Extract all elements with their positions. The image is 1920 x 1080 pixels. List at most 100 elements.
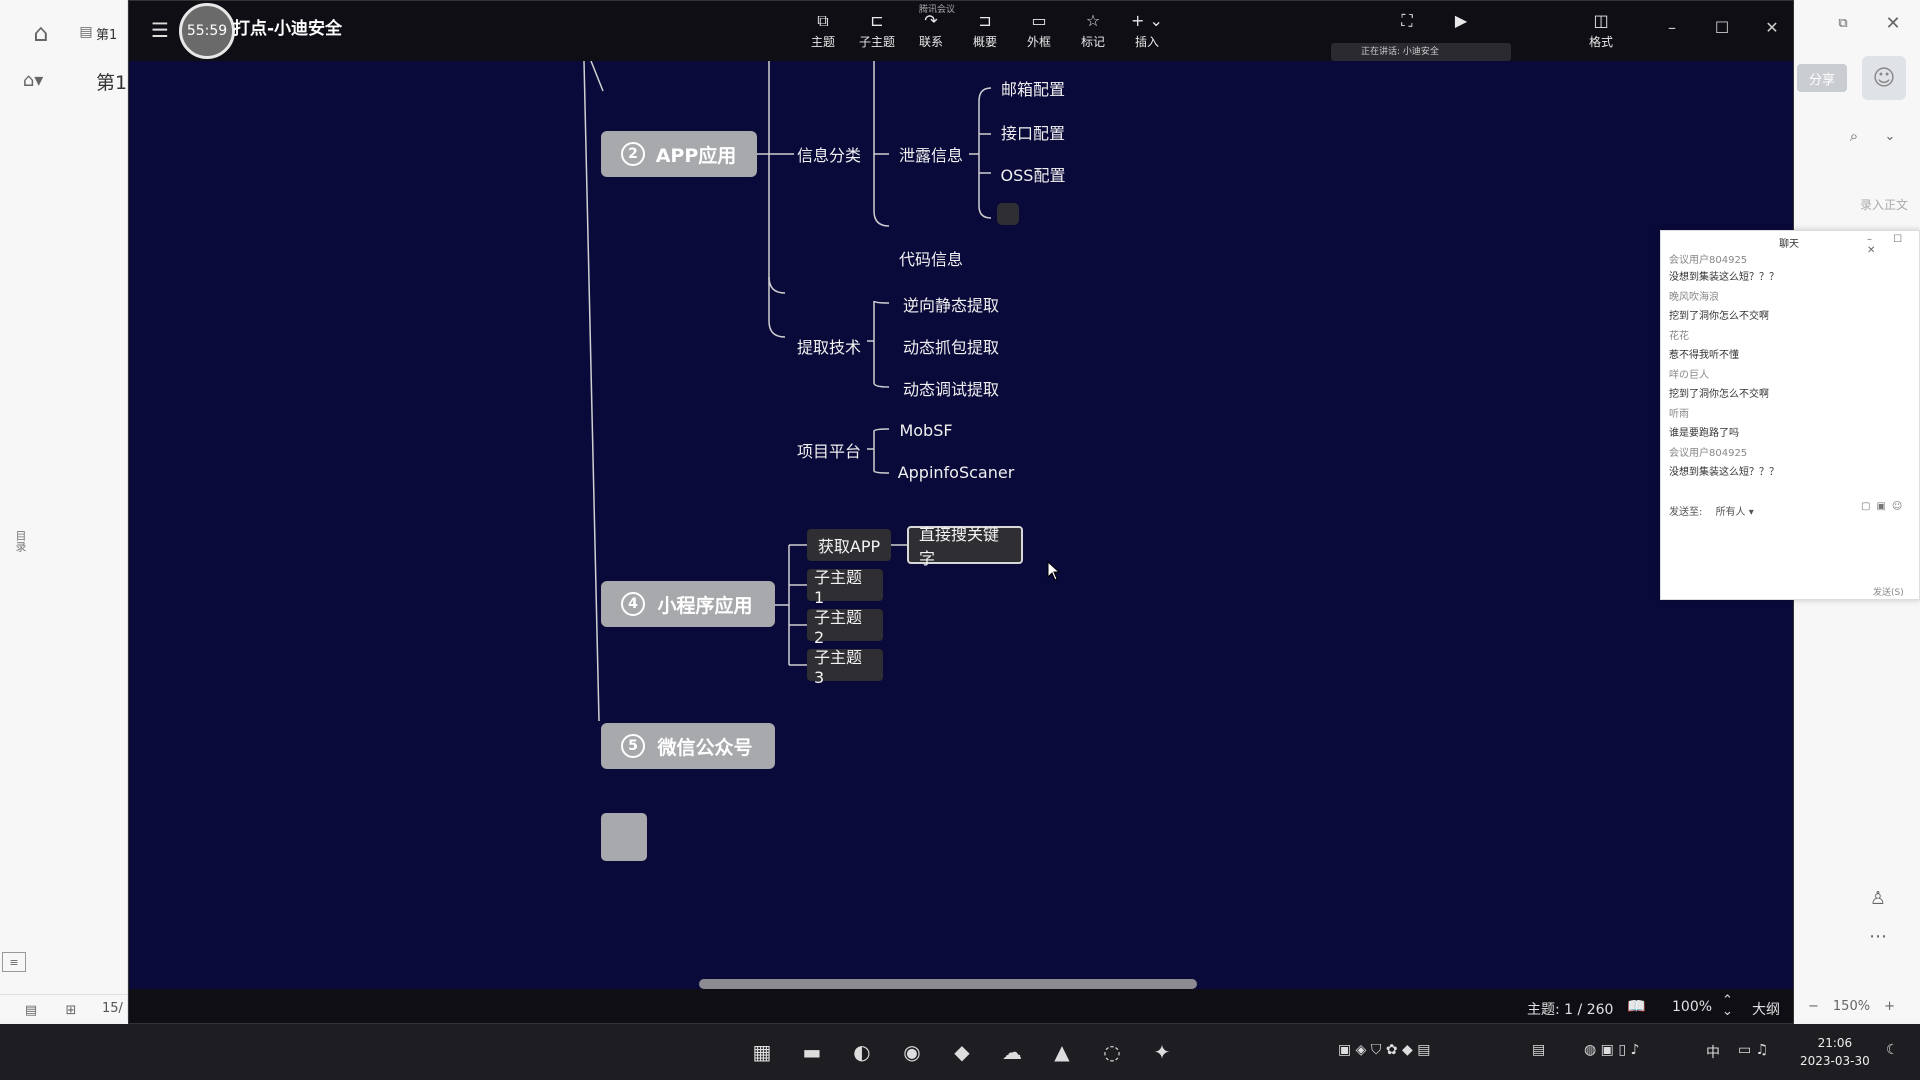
node-search-keyword[interactable]: 直接搜关键字 bbox=[907, 525, 1023, 568]
meeting-app-icon[interactable]: ✦ bbox=[1144, 1034, 1180, 1070]
toc-label[interactable]: 目录 bbox=[12, 530, 28, 552]
node-dynamic-capture[interactable]: 动态抓包提取 bbox=[891, 333, 1011, 359]
main-topic-wechat[interactable]: 5 微信公众号 bbox=[601, 723, 775, 769]
mouse-cursor-icon bbox=[1047, 561, 1061, 581]
status-bar: 主题: 1 / 260 📖 100% ⌃ ⌄ 大纲 bbox=[129, 989, 1793, 1023]
horizontal-scrollbar[interactable] bbox=[699, 979, 1197, 989]
fullscreen-button[interactable]: ⛶ bbox=[1385, 11, 1429, 33]
chat-window-controls[interactable]: – ☐ ✕ bbox=[1867, 234, 1919, 256]
more-icon[interactable]: ⋯ bbox=[1866, 926, 1890, 947]
document-title: 打点-小迪安全 bbox=[233, 19, 343, 39]
home-icon[interactable]: ⌂▾ bbox=[18, 68, 48, 92]
file-explorer-icon[interactable]: ▬ bbox=[794, 1034, 830, 1070]
ime-indicator[interactable]: 中 bbox=[1706, 1042, 1720, 1062]
topic-button-label: 主题 bbox=[810, 35, 835, 49]
node-subtopic-1[interactable]: 子主题 1 bbox=[807, 568, 883, 607]
window-close-icon[interactable]: ✕ bbox=[1761, 17, 1783, 39]
leak-bracket bbox=[873, 61, 890, 227]
view-icon[interactable]: ▤ bbox=[22, 1001, 40, 1019]
layout-icon[interactable]: ⊞ bbox=[62, 1001, 80, 1019]
node-appinfoscanner[interactable]: AppinfoScaner bbox=[891, 459, 1021, 485]
zoom-out-icon[interactable]: − bbox=[1808, 999, 1819, 1014]
maximize-icon[interactable]: ☐ bbox=[1711, 17, 1733, 39]
node-project-platform[interactable]: 项目平台 bbox=[789, 437, 869, 463]
restore-icon[interactable]: ⧉ bbox=[1834, 14, 1852, 32]
shirt-icon[interactable]: ♙ bbox=[1866, 886, 1890, 910]
node-dynamic-debug[interactable]: 动态调试提取 bbox=[891, 375, 1011, 401]
node-code-info[interactable]: 代码信息 bbox=[891, 245, 971, 271]
panel-toggle-icon[interactable]: ≡ bbox=[2, 952, 26, 972]
mindmap-canvas[interactable]: 2 APP应用 信息分类 泄露信息 邮箱配置 接口配置 OSS配置 代码信息 提… bbox=[129, 61, 1793, 976]
wechat-icon[interactable]: ☁ bbox=[994, 1034, 1030, 1070]
node-mail-config[interactable]: 邮箱配置 bbox=[993, 75, 1073, 101]
background-zoom-control[interactable]: − 150% + bbox=[1808, 999, 1895, 1014]
avatar[interactable]: ☺ bbox=[1862, 56, 1906, 100]
taskbar: ▦ ▬ ◐ ◉ ◆ ☁ ▲ ◌ ✦ ▣ ◈ ⛉ ✿ ◆ ▤ ▤ ◍ ▣ ▯ ♪ … bbox=[0, 1024, 1920, 1080]
close-icon[interactable]: ✕ bbox=[1884, 13, 1902, 34]
search-icon[interactable]: ⌕ bbox=[1844, 126, 1864, 146]
main-topic-miniprogram[interactable]: 4 小程序应用 bbox=[601, 581, 775, 627]
subtopic-button-label: 子主题 bbox=[858, 35, 895, 49]
start-icon[interactable]: ▦ bbox=[744, 1034, 780, 1070]
chat-message: 惹不得我听不懂 bbox=[1669, 350, 1739, 361]
node-get-app[interactable]: 获取APP bbox=[807, 529, 891, 561]
relation-button[interactable]: ↷ 联系 bbox=[909, 11, 953, 50]
chat-title: 聊天 bbox=[1779, 239, 1799, 250]
node-subtopic-2[interactable]: 子主题 2 bbox=[807, 608, 883, 647]
main-topic-app[interactable]: 2 APP应用 bbox=[601, 131, 757, 177]
zoom-level[interactable]: 100% bbox=[1672, 999, 1712, 1015]
tray-system-icons[interactable]: ◍ ▣ ▯ ♪ bbox=[1584, 1042, 1639, 1058]
insert-button[interactable]: + ⌄ 插入 bbox=[1125, 11, 1169, 50]
clock-time: 21:06 bbox=[1817, 1036, 1853, 1050]
topic-number-4: 4 bbox=[621, 592, 645, 616]
map-view-icon[interactable]: 📖 bbox=[1627, 997, 1646, 1015]
node-oss-config[interactable]: OSS配置 bbox=[993, 161, 1073, 187]
tray-status-icons[interactable]: ▭ ♫ bbox=[1738, 1042, 1768, 1058]
main-topic-empty[interactable] bbox=[601, 813, 647, 861]
zoom-in-icon[interactable]: + bbox=[1884, 999, 1895, 1014]
insert-button-label: 插入 bbox=[1134, 35, 1159, 49]
boundary-button[interactable]: ▭ 外框 bbox=[1017, 11, 1061, 50]
tray-chat-icon[interactable]: ▤ bbox=[1532, 1042, 1545, 1058]
chrome-icon[interactable]: ◉ bbox=[894, 1034, 930, 1070]
chat-panel: 聊天 – ☐ ✕ 会议用户804925 没想到集装这么短？？？ 晚风吹海浪 挖到… bbox=[1660, 230, 1920, 600]
node-api-config[interactable]: 接口配置 bbox=[993, 119, 1073, 145]
chat-tools-icons[interactable]: ▢▣☺ bbox=[1861, 501, 1908, 512]
topic-button[interactable]: ⧉ 主题 bbox=[801, 11, 845, 50]
node-subtopic-3[interactable]: 子主题 3 bbox=[807, 648, 883, 687]
menu-icon[interactable]: ☰ bbox=[151, 19, 173, 41]
branch-lines bbox=[583, 61, 992, 722]
marker-button[interactable]: ☆ 标记 bbox=[1071, 11, 1115, 50]
share-button[interactable]: 分享 bbox=[1797, 64, 1847, 92]
zoom-stepper-icon[interactable]: ⌃ ⌄ bbox=[1722, 994, 1733, 1018]
node-extract-tech[interactable]: 提取技术 bbox=[789, 333, 869, 359]
subtopic-button[interactable]: ⊏ 子主题 bbox=[855, 11, 899, 50]
node-mobsf[interactable]: MobSF bbox=[891, 417, 961, 443]
chat-recipient[interactable]: 发送至: 所有人 ▾ bbox=[1669, 503, 1754, 518]
outline-button[interactable]: 大纲 bbox=[1752, 999, 1780, 1019]
present-button[interactable]: ▶ bbox=[1439, 11, 1483, 33]
topic-number-2: 2 bbox=[621, 142, 645, 166]
notification-icon[interactable]: ☾ bbox=[1886, 1042, 1899, 1058]
mindmap-app-icon[interactable]: ▲ bbox=[1044, 1034, 1080, 1070]
chat-sender: 会议用户804925 bbox=[1669, 255, 1748, 266]
app-icon[interactable]: ◆ bbox=[944, 1034, 980, 1070]
edge-icon[interactable]: ◐ bbox=[844, 1034, 880, 1070]
classify-bracket bbox=[768, 61, 786, 338]
chevron-down-icon[interactable]: ⌄ bbox=[1880, 126, 1900, 146]
node-info-classify[interactable]: 信息分类 bbox=[789, 141, 869, 167]
chat-recipient-value[interactable]: 所有人 bbox=[1716, 507, 1746, 518]
background-tab-label[interactable]: 第1 bbox=[96, 24, 117, 43]
node-leak-info[interactable]: 泄露信息 bbox=[891, 141, 971, 167]
network-app-icon[interactable]: ◌ bbox=[1094, 1034, 1130, 1070]
chat-send-button[interactable]: 发送(S) bbox=[1873, 585, 1904, 598]
node-reverse-static[interactable]: 逆向静态提取 bbox=[891, 291, 1011, 317]
minimize-icon[interactable]: – bbox=[1661, 17, 1683, 39]
app-logo-icon[interactable]: ⌂ bbox=[26, 18, 56, 48]
clock[interactable]: 21:06 2023-03-30 bbox=[1800, 1034, 1870, 1070]
star-icon: ☆ bbox=[1085, 11, 1101, 30]
summary-button[interactable]: ⊐ 概要 bbox=[963, 11, 1007, 50]
format-button[interactable]: ◫ 格式 bbox=[1579, 11, 1623, 50]
tray-icons[interactable]: ▣ ◈ ⛉ ✿ ◆ ▤ bbox=[1338, 1042, 1430, 1058]
node-empty-leaf[interactable] bbox=[997, 203, 1019, 225]
